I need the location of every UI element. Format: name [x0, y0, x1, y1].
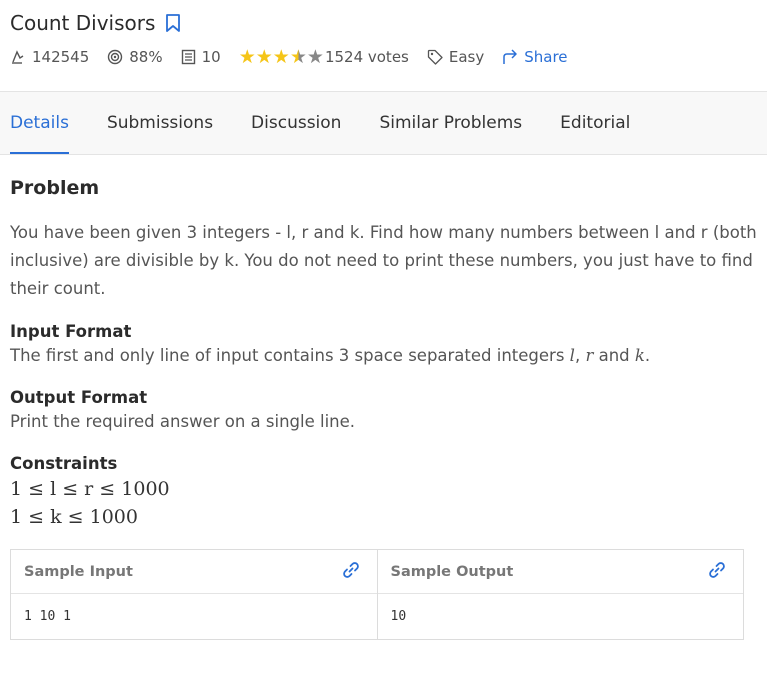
tab-submissions[interactable]: Submissions — [107, 91, 213, 154]
link-icon[interactable] — [707, 560, 727, 584]
problem-content: Problem You have been given 3 integers -… — [0, 155, 767, 640]
rating-stars[interactable]: ★ ★ ★ ★ ★ 1524 votes — [238, 45, 409, 68]
tab-editorial[interactable]: Editorial — [560, 91, 630, 154]
constraints-heading: Constraints — [10, 454, 118, 473]
star-icon: ★ — [255, 45, 273, 68]
sample-input-panel: Sample Input 1 10 1 — [11, 550, 377, 639]
vote-count: 1524 votes — [324, 48, 409, 66]
output-format-heading: Output Format — [10, 388, 148, 407]
star-icon: ★ — [272, 45, 290, 68]
problem-heading: Problem — [10, 177, 100, 199]
problem-statement: You have been given 3 integers - l, r an… — [10, 223, 757, 298]
sample-output-label: Sample Output — [390, 563, 514, 580]
problem-title: Count Divisors — [10, 11, 156, 35]
document-icon — [181, 49, 195, 65]
link-icon[interactable] — [341, 560, 361, 584]
max-score: 10 — [181, 48, 221, 66]
input-format-text: The first and only line of input contain… — [10, 346, 651, 365]
output-format-text: Print the required answer on a single li… — [10, 412, 356, 431]
tab-bar: Details Submissions Discussion Similar P… — [0, 91, 767, 155]
star-icon: ★ — [238, 45, 256, 68]
tab-discussion[interactable]: Discussion — [251, 91, 341, 154]
problem-meta: 142545 88% 10 ★ ★ ★ ★ ★ 1524 votes Easy … — [10, 42, 757, 72]
bookmark-icon[interactable] — [165, 14, 181, 32]
sample-output-panel: Sample Output 10 — [376, 550, 743, 639]
constraint-line-2: 1 ≤ k ≤ 1000 — [10, 506, 138, 528]
tab-details[interactable]: Details — [10, 91, 69, 154]
solved-icon — [12, 50, 24, 64]
sample-input-label: Sample Input — [24, 563, 133, 580]
constraint-line-1: 1 ≤ l ≤ r ≤ 1000 — [10, 478, 170, 500]
sample-table: Sample Input 1 10 1 Sample Output 10 — [10, 549, 744, 640]
sample-input-value: 1 10 1 — [24, 609, 71, 624]
difficulty-tag: Easy — [427, 48, 484, 66]
tab-similar-problems[interactable]: Similar Problems — [379, 91, 522, 154]
solved-count: 142545 — [10, 48, 89, 66]
share-button[interactable]: Share — [502, 48, 568, 66]
tag-icon — [427, 49, 443, 65]
target-icon — [108, 49, 123, 65]
half-star-icon: ★ — [289, 45, 307, 68]
success-rate: 88% — [107, 48, 163, 66]
share-icon — [503, 49, 517, 64]
star-icon: ★ — [306, 45, 324, 68]
sample-output-value: 10 — [390, 609, 407, 624]
input-format-heading: Input Format — [10, 322, 132, 341]
problem-header: Count Divisors 142545 88% 10 ★ ★ ★ ★ ★ 1… — [0, 0, 767, 91]
